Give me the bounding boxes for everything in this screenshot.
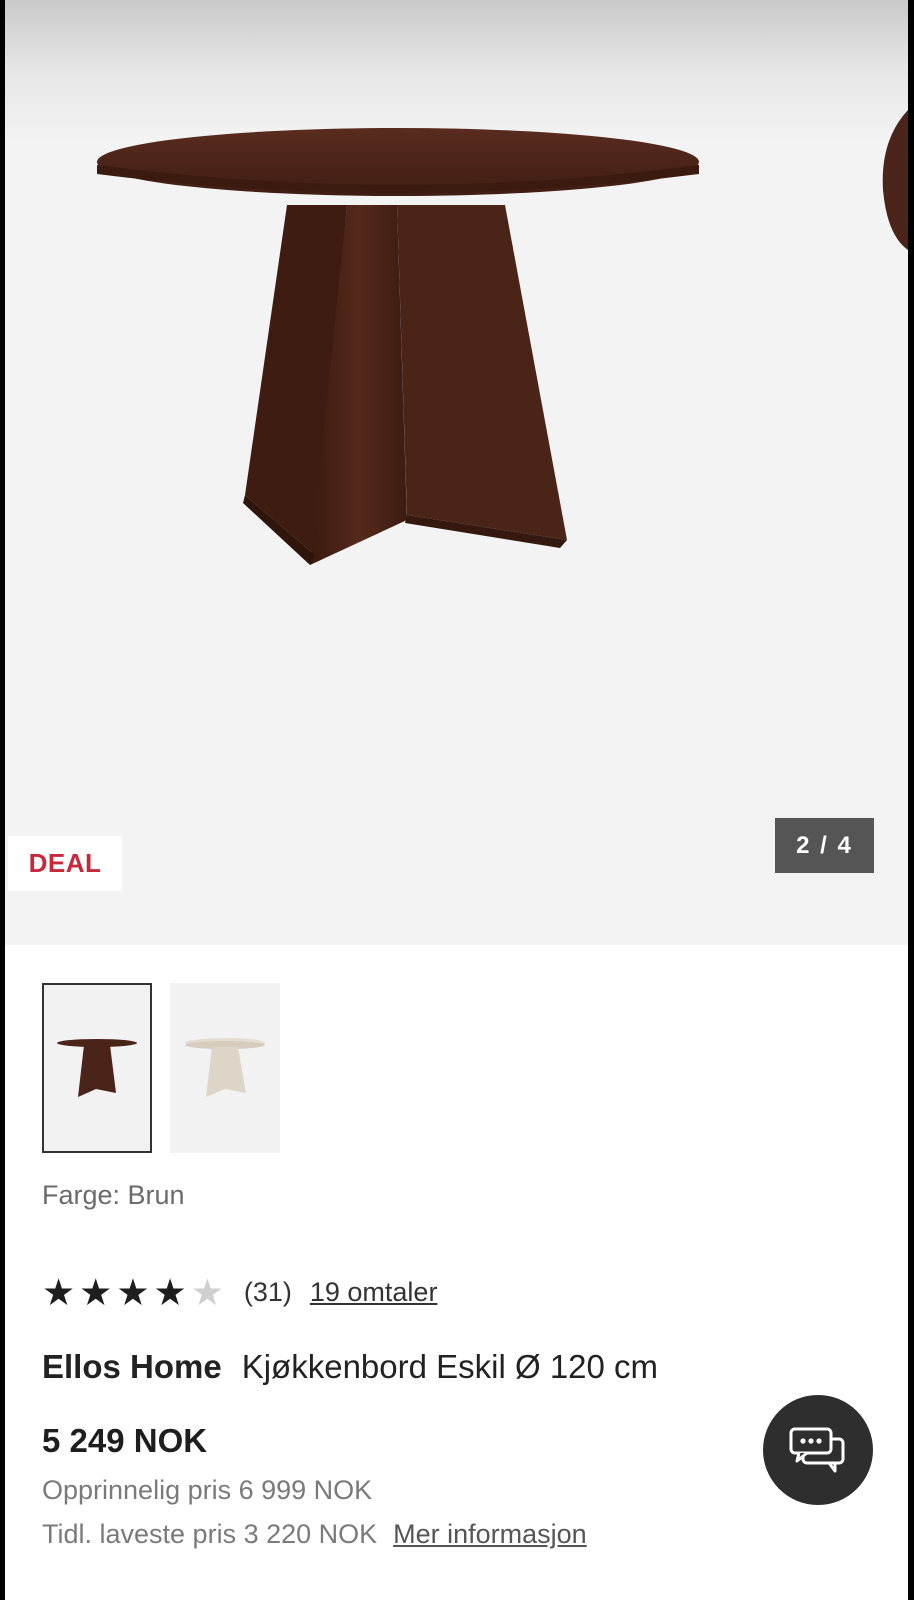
more-info-link[interactable]: Mer informasjon (393, 1519, 587, 1549)
chat-button[interactable] (763, 1395, 873, 1505)
star-filled-icon: ★ (116, 1271, 150, 1313)
star-filled-icon: ★ (42, 1271, 76, 1313)
lowest-price: Tidl. laveste pris 3 220 NOK (42, 1519, 378, 1549)
brown-table-thumbnail (57, 1039, 137, 1097)
deal-badge: DEAL (8, 836, 122, 891)
star-filled-icon: ★ (153, 1271, 187, 1313)
white-table-thumbnail (185, 1038, 265, 1097)
product-image (97, 110, 908, 565)
chat-bubbles-icon (789, 1427, 845, 1473)
variant-thumbnail-brown[interactable] (42, 983, 152, 1153)
product-name: Kjøkkenbord Eskil Ø 120 cm (241, 1348, 659, 1385)
product-page: DEAL 2 / 4 Farge: Brun ★ ★ ★ ★ ★ (31) 19… (5, 0, 908, 1600)
image-counter: 2 / 4 (775, 818, 874, 873)
product-title: Ellos Home Kjøkkenbord Eskil Ø 120 cm (42, 1348, 658, 1386)
rating-row: ★ ★ ★ ★ ★ (31) 19 omtaler (42, 1272, 437, 1312)
brand-name[interactable]: Ellos Home (42, 1348, 222, 1385)
star-rating: ★ ★ ★ ★ ★ (42, 1274, 224, 1311)
variant-thumbnail-white[interactable] (170, 983, 280, 1153)
reviews-link[interactable]: 19 omtaler (310, 1277, 438, 1308)
rating-count: (31) (243, 1276, 292, 1307)
star-empty-icon: ★ (190, 1271, 224, 1313)
product-image-gallery[interactable]: DEAL 2 / 4 (5, 0, 908, 945)
current-price: 5 249 NOK (42, 1422, 208, 1459)
lowest-price-row: Tidl. laveste pris 3 220 NOK Mer informas… (42, 1519, 587, 1550)
star-filled-icon: ★ (79, 1271, 113, 1313)
selected-color-label: Farge: Brun (42, 1180, 185, 1210)
original-price: Opprinnelig pris 6 999 NOK (42, 1475, 373, 1505)
